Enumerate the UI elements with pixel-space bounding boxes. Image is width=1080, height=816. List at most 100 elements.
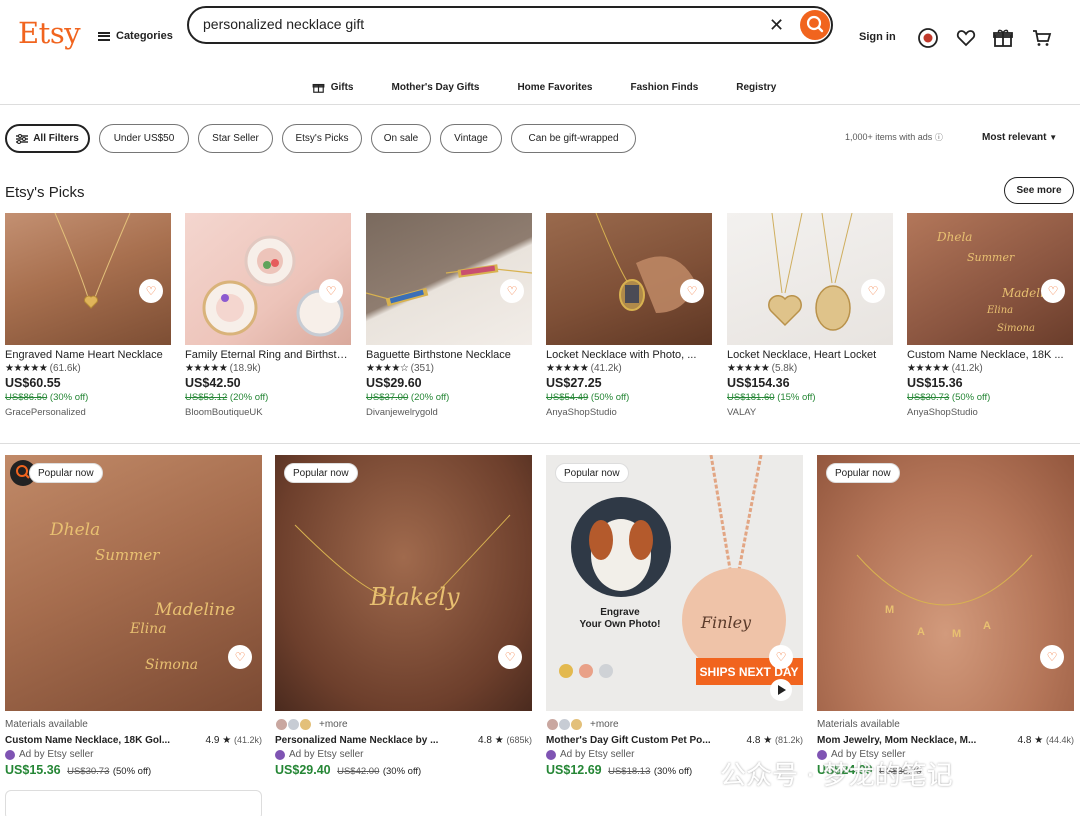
- svg-text:M: M: [952, 628, 961, 640]
- product-image[interactable]: Dhela Summer Madeline Elina Simona Popular n…: [5, 455, 262, 711]
- shop-name[interactable]: Divanjewelrygold: [366, 407, 532, 418]
- nav-item-fashion-finds[interactable]: Fashion Finds: [630, 74, 698, 100]
- play-icon[interactable]: [770, 679, 792, 701]
- info-icon[interactable]: ⓘ: [935, 133, 943, 142]
- original-price: US$86.50 (30% off): [5, 392, 89, 403]
- favorite-icon[interactable]: ♡: [498, 645, 522, 669]
- product-title[interactable]: Family Eternal Ring and Birthstone: [185, 349, 351, 361]
- price: US$42.50: [185, 376, 241, 390]
- svg-text:Engrave: Engrave: [600, 607, 640, 618]
- product-title[interactable]: Mom Jewelry, Mom Necklace, M...: [817, 735, 997, 746]
- product-image[interactable]: Dhela Summer Madeline Elina Simona ♡: [907, 213, 1073, 345]
- listing-card[interactable]: M A M A Popular now ♡ Materials available M…: [817, 455, 1074, 777]
- product-image[interactable]: Engrave Your Own Photo! Finley SHIPS NEX…: [546, 455, 803, 711]
- search-bar: ✕: [187, 6, 833, 44]
- price: US$60.55: [5, 376, 61, 390]
- favorite-icon[interactable]: ♡: [139, 279, 163, 303]
- product-title[interactable]: Locket Necklace with Photo, ...: [546, 349, 712, 361]
- rating-stars: ★★★★☆ (351): [366, 363, 434, 374]
- svg-text:Finley: Finley: [700, 613, 752, 632]
- product-image[interactable]: ♡: [185, 213, 351, 345]
- svg-text:Summer: Summer: [967, 251, 1015, 264]
- categories-button[interactable]: Categories: [98, 30, 173, 42]
- listing-card[interactable]: Blakely Popular now ♡ +more Personalized…: [275, 455, 532, 777]
- product-image[interactable]: ♡: [727, 213, 893, 345]
- menu-icon: [98, 31, 110, 41]
- price: US$15.36: [907, 376, 963, 390]
- sign-in-link[interactable]: Sign in: [859, 31, 896, 43]
- product-title[interactable]: Mother's Day Gift Custom Pet Po...: [546, 735, 726, 746]
- pick-card[interactable]: ♡ Locket Necklace with Photo, ... ★★★★★ …: [546, 213, 712, 418]
- divider: [0, 104, 1080, 105]
- popular-badge: Popular now: [29, 463, 103, 483]
- etsy-logo[interactable]: Etsy: [18, 16, 81, 50]
- shop-name[interactable]: BloomBoutiqueUK: [185, 407, 351, 418]
- favorite-icon[interactable]: ♡: [1041, 279, 1065, 303]
- nav-label: Gifts: [330, 81, 354, 93]
- nav-item-registry[interactable]: Registry: [736, 74, 776, 100]
- favorite-icon[interactable]: ♡: [500, 279, 524, 303]
- favorite-icon[interactable]: ♡: [861, 279, 885, 303]
- listing-card[interactable]: Engrave Your Own Photo! Finley SHIPS NEX…: [546, 455, 803, 777]
- shop-name[interactable]: GracePersonalized: [5, 407, 171, 418]
- product-title[interactable]: Custom Name Necklace, 18K Gol...: [5, 735, 185, 746]
- shop-name[interactable]: VALAY: [727, 407, 893, 418]
- product-title[interactable]: Personalized Name Necklace by ...: [275, 735, 455, 746]
- pick-card[interactable]: ♡ Baguette Birthstone Necklace ★★★★☆ (35…: [366, 213, 532, 418]
- search-input[interactable]: [203, 16, 743, 32]
- favorite-icon[interactable]: ♡: [769, 645, 793, 669]
- gift-icon[interactable]: [992, 27, 1014, 49]
- color-swatches[interactable]: +more: [546, 717, 803, 731]
- product-title[interactable]: Locket Necklace, Heart Locket: [727, 349, 893, 361]
- svg-text:Dhela: Dhela: [936, 230, 972, 244]
- chip-on-sale[interactable]: On sale: [371, 124, 431, 153]
- original-price: US$30.73 (50% off): [907, 392, 991, 403]
- svg-text:Madeline: Madeline: [154, 600, 235, 620]
- original-price: US$54.49 (50% off): [546, 392, 630, 403]
- shop-name[interactable]: AnyaShopStudio: [546, 407, 712, 418]
- product-image[interactable]: ♡: [546, 213, 712, 345]
- product-image[interactable]: ♡: [366, 213, 532, 345]
- heart-icon[interactable]: [955, 27, 977, 49]
- nav-item-mothers-day[interactable]: Mother's Day Gifts: [392, 74, 480, 100]
- chip-vintage[interactable]: Vintage: [440, 124, 502, 153]
- favorite-icon[interactable]: ♡: [680, 279, 704, 303]
- product-title[interactable]: Engraved Name Heart Necklace: [5, 349, 171, 361]
- pick-card[interactable]: Dhela Summer Madeline Elina Simona ♡ Custom …: [907, 213, 1073, 418]
- product-title[interactable]: Custom Name Necklace, 18K ...: [907, 349, 1073, 361]
- favorite-icon[interactable]: ♡: [228, 645, 252, 669]
- listing-card[interactable]: Dhela Summer Madeline Elina Simona Popular n…: [5, 455, 262, 777]
- product-image[interactable]: M A M A Popular now ♡: [817, 455, 1074, 711]
- favorite-icon[interactable]: ♡: [1040, 645, 1064, 669]
- product-image[interactable]: Blakely Popular now ♡: [275, 455, 532, 711]
- close-icon[interactable]: ✕: [769, 15, 784, 36]
- cart-icon[interactable]: [1031, 27, 1053, 49]
- watermark: 公众号 · 梦龙的笔记: [720, 761, 953, 791]
- pick-card[interactable]: ♡ Family Eternal Ring and Birthstone ★★★…: [185, 213, 351, 418]
- sort-dropdown[interactable]: Most relevant ▼: [982, 132, 1057, 143]
- original-price: US$37.00 (20% off): [366, 392, 450, 403]
- listing-card-partial[interactable]: [5, 790, 262, 816]
- chip-etsys-picks[interactable]: Etsy's Picks: [282, 124, 362, 153]
- color-swatches[interactable]: +more: [275, 717, 532, 731]
- chip-under-50[interactable]: Under US$50: [99, 124, 189, 153]
- nav-item-gifts[interactable]: Gifts: [312, 74, 354, 100]
- see-more-button[interactable]: See more: [1004, 177, 1074, 204]
- rating-stars: ★★★★★ (5.8k): [727, 363, 798, 374]
- chip-star-seller[interactable]: Star Seller: [198, 124, 273, 153]
- search-button[interactable]: [800, 10, 830, 40]
- gift-icon: [312, 83, 325, 93]
- chip-gift-wrapped[interactable]: Can be gift-wrapped: [511, 124, 636, 153]
- pick-card[interactable]: ♡ Engraved Name Heart Necklace ★★★★★ (61…: [5, 213, 171, 418]
- ad-label: Ad by Etsy seller: [275, 749, 532, 760]
- nav-item-home-favorites[interactable]: Home Favorites: [517, 74, 592, 100]
- product-title[interactable]: Baguette Birthstone Necklace: [366, 349, 532, 361]
- shop-name[interactable]: AnyaShopStudio: [907, 407, 1073, 418]
- record-icon[interactable]: [917, 27, 939, 49]
- pick-card[interactable]: ♡ Locket Necklace, Heart Locket ★★★★★ (5…: [727, 213, 893, 418]
- product-image[interactable]: ♡: [5, 213, 171, 345]
- rating: 4.8 ★ (685k): [478, 735, 532, 746]
- favorite-icon[interactable]: ♡: [319, 279, 343, 303]
- svg-text:Summer: Summer: [95, 546, 160, 564]
- all-filters-button[interactable]: All Filters: [5, 124, 90, 153]
